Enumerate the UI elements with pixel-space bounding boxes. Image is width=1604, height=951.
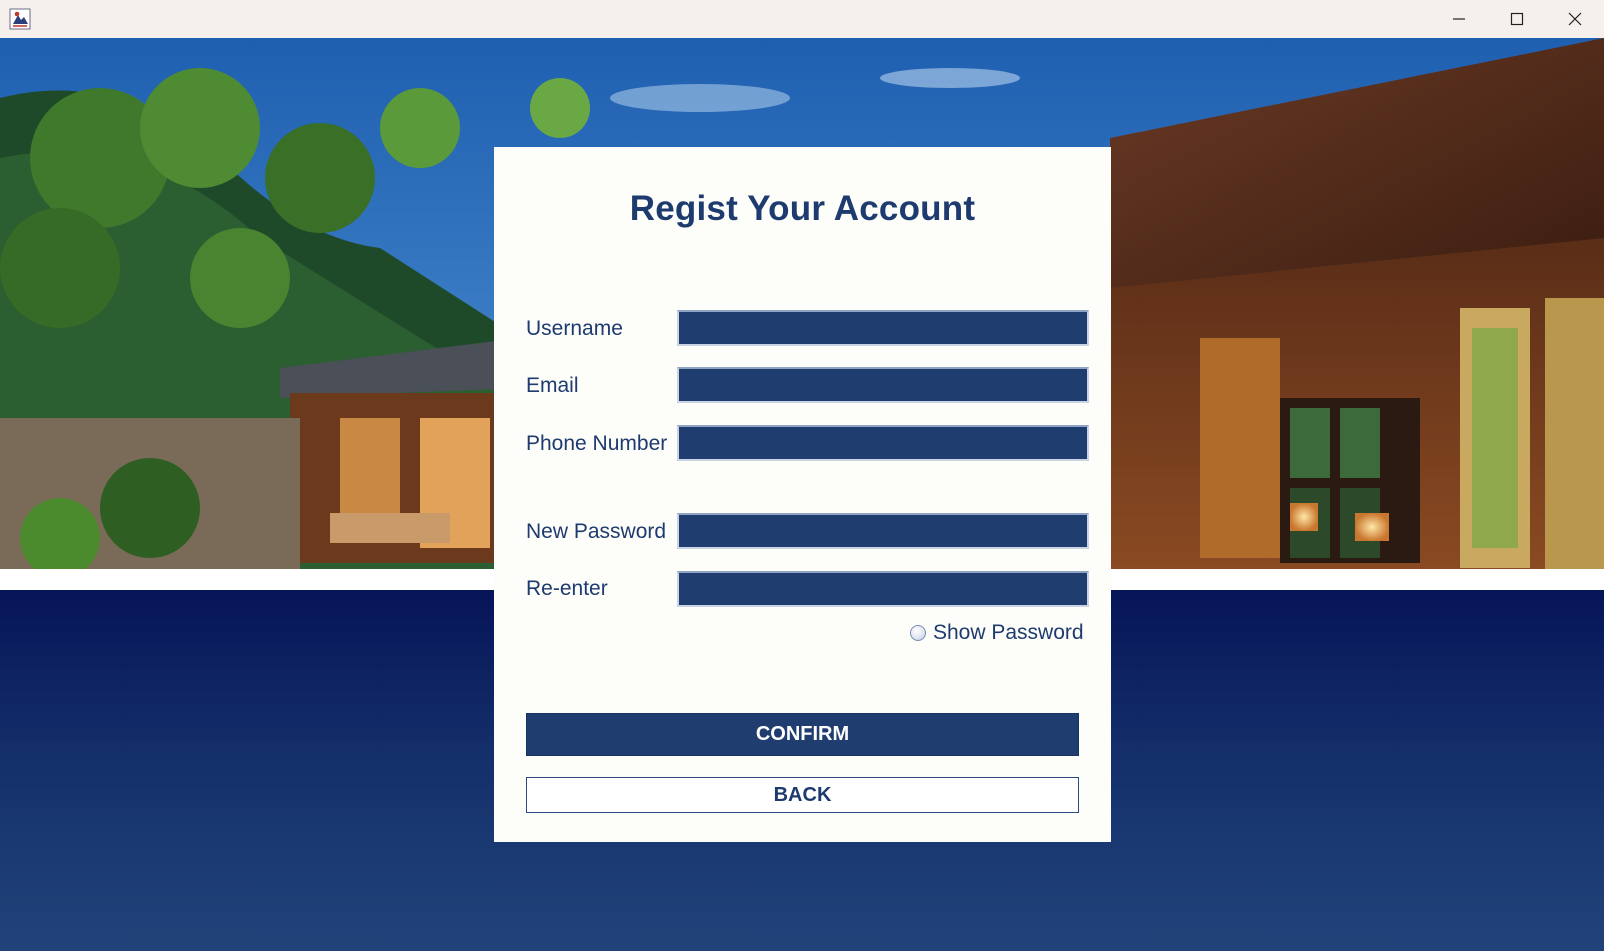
page-title: Regist Your Account [629,189,976,228]
show-password-label: Show Password [933,621,1084,644]
minimize-button[interactable] [1430,0,1488,38]
back-button[interactable]: BACK [526,777,1079,813]
phone-number-field[interactable] [677,425,1089,461]
confirm-button[interactable]: CONFIRM [526,713,1079,756]
register-card: Regist Your Account Username Email Phone… [494,147,1111,842]
window-controls [1430,0,1604,38]
phone-number-label: Phone Number [526,432,668,455]
new-password-field[interactable] [677,513,1089,549]
email-field[interactable] [677,367,1089,403]
close-icon [1568,12,1582,26]
show-password-toggle[interactable]: Show Password [910,621,1084,645]
show-password-radio[interactable] [910,625,926,641]
minimize-icon [1453,18,1465,20]
maximize-icon [1510,12,1524,26]
username-label: Username [526,317,623,340]
window-titlebar [0,0,1604,38]
new-password-label: New Password [526,520,667,543]
maximize-button[interactable] [1488,0,1546,38]
java-app-icon [9,8,31,30]
email-label: Email [526,374,579,397]
close-button[interactable] [1546,0,1604,38]
reenter-password-field[interactable] [677,571,1089,607]
username-field[interactable] [677,310,1089,346]
reenter-password-label: Re-enter [526,577,608,600]
